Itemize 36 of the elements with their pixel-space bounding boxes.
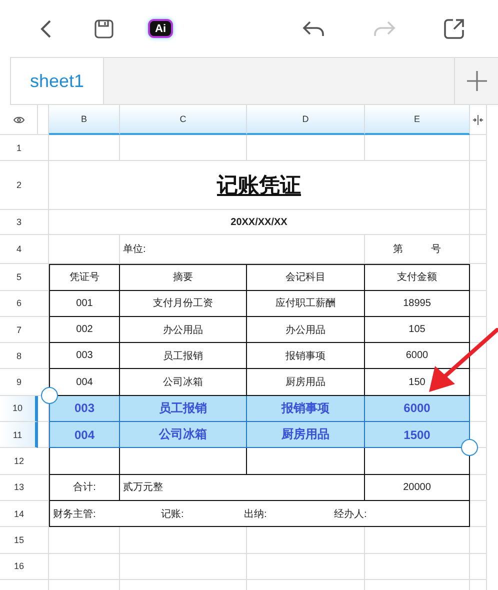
back-icon: [39, 18, 53, 38]
collapse-icon[interactable]: [472, 114, 484, 124]
voucher-title: 记账凭证: [217, 173, 301, 200]
signature-label: 记账:: [161, 508, 185, 521]
table-cell: 004: [49, 422, 120, 448]
save-icon: [94, 18, 114, 38]
number-label: 第: [393, 243, 403, 256]
header-cell: 摘要: [120, 264, 247, 291]
redo-icon: [372, 20, 396, 38]
column-header[interactable]: B: [49, 105, 120, 135]
eye-icon[interactable]: [12, 116, 24, 124]
table-cell: 员工报销: [120, 396, 247, 422]
plus-icon: [466, 71, 486, 91]
sheet-tab[interactable]: sheet1: [11, 58, 104, 104]
table-cell: 公司冰箱: [120, 422, 247, 448]
column-header[interactable]: E: [365, 105, 470, 135]
column-header[interactable]: C: [120, 105, 247, 135]
signature-label: 财务主管:: [53, 508, 97, 521]
column-header[interactable]: D: [247, 105, 365, 135]
date-text: 20XX/XX/XX: [230, 216, 288, 228]
header-cell: 凭证号: [49, 264, 120, 291]
grid-cell[interactable]: 第 号: [365, 235, 470, 264]
share-icon: [443, 18, 465, 40]
selection-handle[interactable]: [461, 439, 478, 456]
header-cell: 会记科目: [247, 264, 365, 291]
table-cell: 报销事项: [247, 396, 365, 422]
signature-label: 经办人:: [334, 508, 368, 521]
table-cell: 6000: [365, 396, 470, 422]
merged-cell[interactable]: 单位:: [120, 235, 365, 264]
table-cell: 厨房用品: [247, 422, 365, 448]
signature-label: 出纳:: [244, 508, 268, 521]
unit-label: 单位:: [122, 242, 146, 256]
ai-button[interactable]: Ai: [148, 19, 173, 38]
number-label: 号: [431, 243, 441, 256]
undo-icon: [302, 20, 326, 38]
grid-cell[interactable]: [49, 235, 120, 264]
